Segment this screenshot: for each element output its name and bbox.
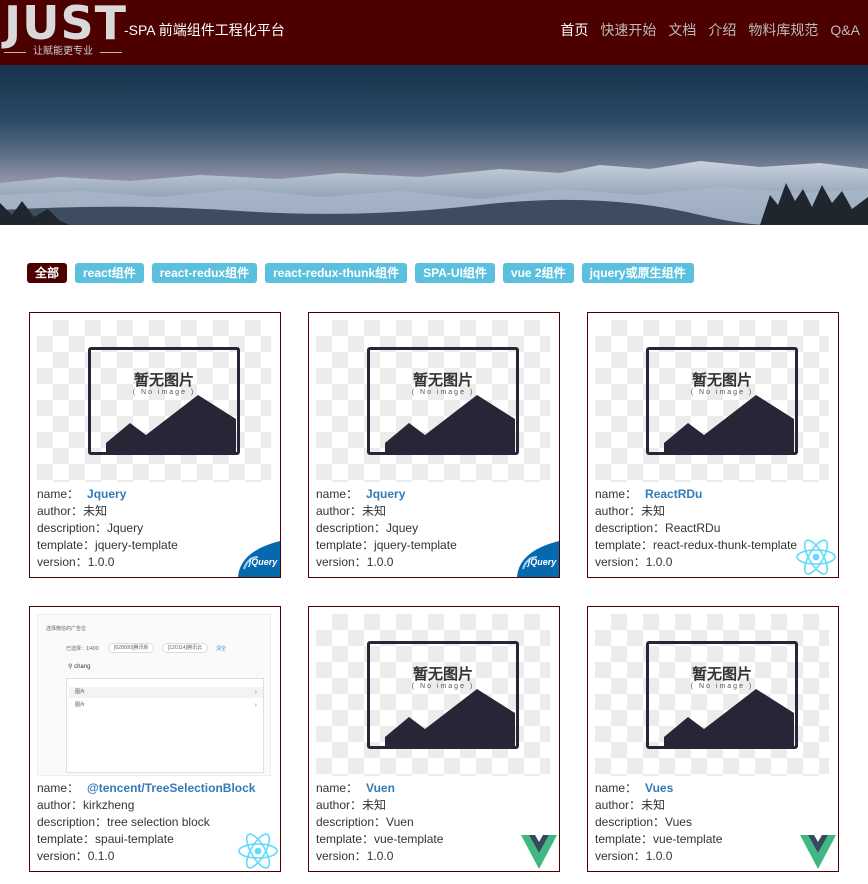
component-name[interactable]: Jquery: [87, 487, 126, 501]
no-image-placeholder: 暂无图片 ( No image ): [88, 347, 240, 457]
card-thumbnail: 暂无图片 ( No image ): [37, 320, 271, 482]
top-header: JUST 让赋能更专业 -SPA 前端组件工程化平台 首页 快速开始 文档 介绍…: [0, 0, 868, 65]
component-name[interactable]: Jquery: [366, 487, 405, 501]
category-filters: 全部 react组件 react-redux组件 react-redux-thu…: [27, 263, 694, 283]
no-image-placeholder: 暂无图片 ( No image ): [367, 347, 519, 457]
main-nav: 首页 快速开始 文档 介绍 物料库规范 Q&A: [560, 21, 860, 39]
filter-react-redux-thunk[interactable]: react-redux-thunk组件: [265, 263, 408, 283]
component-card[interactable]: 暂无图片 ( No image ) name： ReactRDu author：未…: [587, 312, 839, 578]
mountain-icon: [664, 689, 794, 747]
nav-qa[interactable]: Q&A: [830, 21, 860, 39]
nav-material-spec[interactable]: 物料库规范: [748, 21, 818, 39]
component-card[interactable]: 暂无图片 ( No image ) name： Jquery author：未知 …: [29, 312, 281, 578]
site-subtitle: -SPA 前端组件工程化平台: [124, 22, 285, 38]
no-image-placeholder: 暂无图片 ( No image ): [367, 641, 519, 751]
nav-docs[interactable]: 文档: [668, 21, 696, 39]
component-card[interactable]: 暂无图片 ( No image ) name： Jquery author：未知 …: [308, 312, 560, 578]
logo-text: JUST: [4, 0, 127, 50]
jquery-logo-icon: jQuery: [238, 541, 280, 577]
card-thumbnail: 选择微信的广告位 已选择：1/400 [628000]腾讯新 [120114]腾…: [37, 614, 271, 776]
chevron-right-icon: ›: [254, 702, 257, 709]
react-logo-icon: [238, 833, 278, 869]
mountain-icon: [385, 395, 515, 453]
component-card[interactable]: 暂无图片 ( No image ) name： Vuen author：未知 de…: [308, 606, 560, 872]
mountain-icon: [106, 395, 236, 453]
card-info: name： @tencent/TreeSelectionBlock author：…: [37, 781, 256, 863]
vue-logo-icon: [800, 835, 836, 869]
react-logo-icon: [796, 539, 836, 575]
card-info: name： Vuen author：未知 description：Vuen tem…: [316, 781, 444, 863]
filter-react-redux[interactable]: react-redux组件: [151, 263, 258, 283]
component-name[interactable]: Vuen: [366, 781, 395, 795]
no-image-placeholder: 暂无图片 ( No image ): [646, 347, 798, 457]
filter-all[interactable]: 全部: [27, 263, 68, 283]
component-name[interactable]: @tencent/TreeSelectionBlock: [87, 781, 255, 795]
card-info: name： Jquery author：未知 description：Jquery…: [37, 487, 178, 569]
search-icon: ⚲: [68, 664, 73, 670]
jquery-logo-icon: jQuery: [517, 541, 559, 577]
nav-home[interactable]: 首页: [560, 21, 588, 39]
logo-slogan: 让赋能更专业: [2, 46, 124, 58]
card-info: name： Vues author：未知 description：Vues tem…: [595, 781, 723, 863]
filter-spa-ui[interactable]: SPA-UI组件: [415, 263, 495, 283]
card-info: name： ReactRDu author：未知 description：Reac…: [595, 487, 798, 569]
card-thumbnail: 暂无图片 ( No image ): [595, 614, 829, 776]
filter-jquery[interactable]: jquery或原生组件: [581, 263, 694, 283]
card-info: name： Jquery author：未知 description：Jquey …: [316, 487, 457, 569]
component-card[interactable]: 暂无图片 ( No image ) name： Vues author：未知 de…: [587, 606, 839, 872]
vue-logo-icon: [521, 835, 557, 869]
mountain-icon: [664, 395, 794, 453]
mountain-icon: [385, 689, 515, 747]
hero-banner: [0, 65, 868, 225]
no-image-placeholder: 暂无图片 ( No image ): [646, 641, 798, 751]
component-name[interactable]: ReactRDu: [645, 487, 702, 501]
nav-intro[interactable]: 介绍: [708, 21, 736, 39]
component-screenshot: 选择微信的广告位 已选择：1/400 [628000]腾讯新 [120114]腾…: [37, 614, 271, 776]
card-thumbnail: 暂无图片 ( No image ): [595, 320, 829, 482]
component-card[interactable]: 选择微信的广告位 已选择：1/400 [628000]腾讯新 [120114]腾…: [29, 606, 281, 872]
svg-text:jQuery: jQuery: [248, 557, 279, 567]
nav-quick-start[interactable]: 快速开始: [600, 21, 656, 39]
snowy-landscape-image: [0, 161, 868, 225]
filter-react[interactable]: react组件: [75, 263, 144, 283]
site-logo[interactable]: JUST 让赋能更专业: [2, 0, 127, 60]
card-thumbnail: 暂无图片 ( No image ): [316, 320, 550, 482]
svg-text:jQuery: jQuery: [527, 557, 558, 567]
card-thumbnail: 暂无图片 ( No image ): [316, 614, 550, 776]
chevron-right-icon: ›: [254, 689, 257, 696]
component-name[interactable]: Vues: [645, 781, 673, 795]
filter-vue2[interactable]: vue 2组件: [502, 263, 574, 283]
